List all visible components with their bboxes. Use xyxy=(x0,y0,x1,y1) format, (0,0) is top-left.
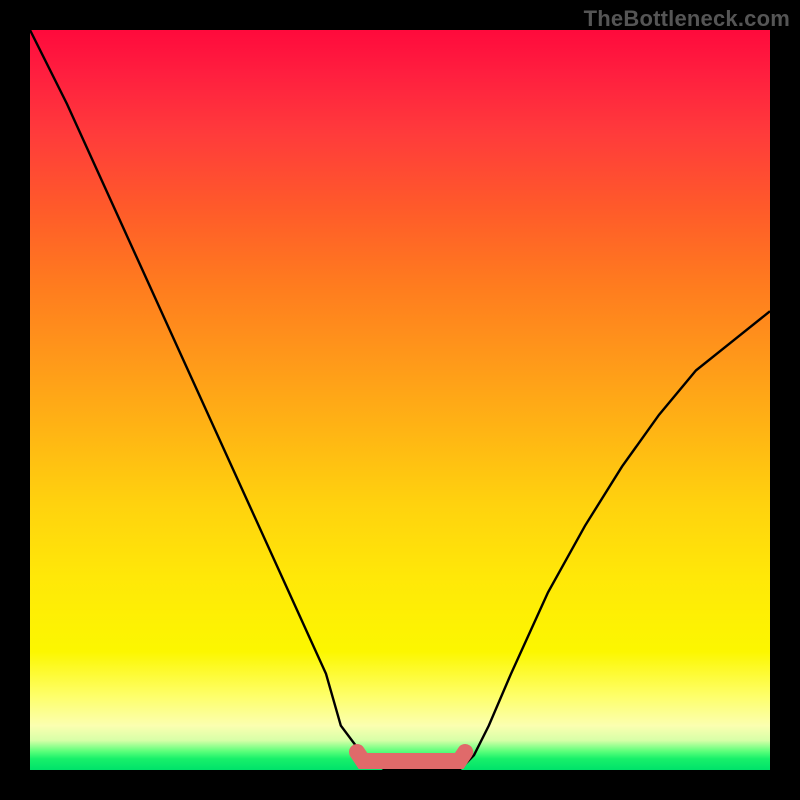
curve-svg xyxy=(30,30,770,770)
chart-frame: TheBottleneck.com xyxy=(0,0,800,800)
min-band xyxy=(357,752,465,761)
bottleneck-curve xyxy=(30,30,770,770)
plot-area xyxy=(30,30,770,770)
watermark-text: TheBottleneck.com xyxy=(584,6,790,32)
